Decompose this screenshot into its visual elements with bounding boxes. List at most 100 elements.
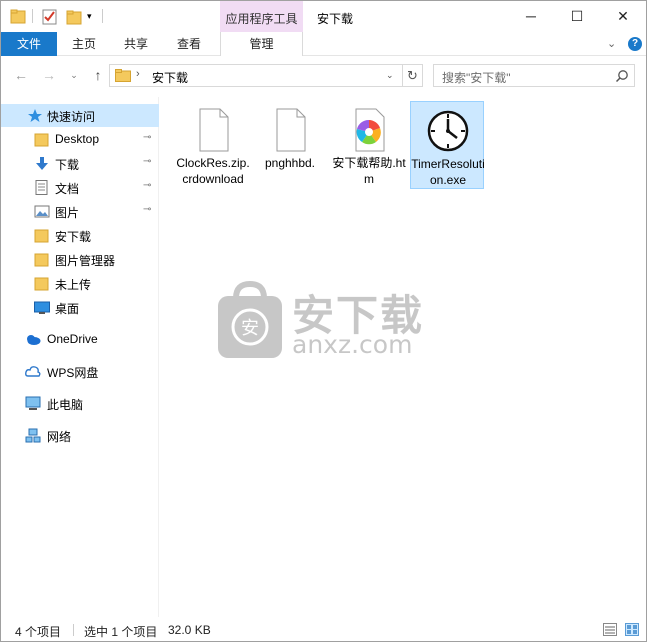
details-view-icon[interactable] — [603, 623, 617, 636]
folder-icon — [34, 253, 49, 267]
sidebar-item-label: 图片 — [55, 206, 80, 220]
pin-icon[interactable]: ⊸ — [143, 204, 151, 215]
search-placeholder: 搜索"安下载" — [442, 71, 511, 85]
context-tab-group-label: 应用程序工具 — [225, 12, 298, 26]
sidebar-item-label: Desktop — [55, 132, 100, 146]
blank-file-icon — [199, 108, 229, 152]
folder-icon[interactable] — [9, 7, 27, 27]
large-icons-view-icon[interactable] — [625, 623, 639, 636]
search-input[interactable]: 搜索"安下载" — [433, 64, 635, 87]
status-divider — [73, 624, 74, 636]
sidebar-item-anxz[interactable]: 安下载 — [1, 224, 159, 247]
svg-text:安: 安 — [241, 318, 259, 339]
folder-icon — [115, 69, 131, 82]
clock-exe-icon — [427, 110, 469, 152]
ribbon-tabs: 文件 主页 共享 查看 管理 ⌄ ? — [1, 32, 646, 56]
breadcrumb-separator-icon[interactable]: › — [136, 68, 140, 80]
sidebar-item-this-pc[interactable]: 此电脑 — [1, 392, 159, 415]
document-icon — [35, 180, 48, 195]
sidebar-item-label: OneDrive — [47, 332, 98, 346]
selection-count: 选中 1 个项目 — [84, 625, 158, 639]
up-button[interactable]: ↑ — [90, 67, 106, 83]
tab-manage[interactable]: 管理 — [220, 32, 303, 56]
watermark-text-en: anxz.com — [292, 330, 413, 359]
refresh-button[interactable]: ↻ — [402, 65, 422, 86]
folder-icon — [34, 133, 49, 147]
context-tab-group-header: 应用程序工具 — [220, 1, 303, 32]
sidebar-item-label: 快速访问 — [47, 110, 96, 124]
breadcrumb[interactable]: 安下载 — [152, 69, 188, 86]
blank-file-icon — [276, 108, 306, 152]
sidebar-item-wps-cloud[interactable]: WPS网盘 — [1, 360, 159, 383]
expand-ribbon-icon[interactable]: ⌄ — [607, 37, 616, 50]
sidebar-item-label: 安下载 — [55, 230, 92, 244]
wps-cloud-icon — [25, 366, 41, 377]
file-item[interactable]: ClockRes.zip.crdownload — [176, 101, 250, 189]
status-bar: 4 个项目 选中 1 个项目 32.0 KB — [1, 619, 646, 641]
title-bar: ▾ 应用程序工具 安下载 ─ ☐ ✕ — [1, 1, 646, 32]
customize-dropdown-icon[interactable]: ▾ — [87, 11, 97, 31]
sidebar-item-documents[interactable]: 文档 ⊸ — [1, 176, 159, 199]
sidebar-item-image-manager[interactable]: 图片管理器 — [1, 248, 159, 271]
sidebar-item-label: 未上传 — [55, 278, 92, 292]
watermark-logo-icon: 安 — [218, 280, 282, 358]
file-item[interactable]: pnghhbd. — [253, 101, 327, 189]
close-button[interactable]: ✕ — [600, 1, 646, 32]
watermark: 安 安下载 anxz.com — [216, 280, 441, 360]
chevron-down-icon[interactable]: ⌄ — [386, 70, 394, 81]
sidebar-item-not-uploaded[interactable]: 未上传 — [1, 272, 159, 295]
window-title: 安下载 — [317, 12, 354, 26]
network-icon — [25, 428, 41, 443]
desktop-icon — [34, 301, 50, 314]
sidebar-item-label: 此电脑 — [47, 398, 84, 412]
navigation-pane: 快速访问 Desktop ⊸ 下载 ⊸ 文档 ⊸ 图片 ⊸ 安下载 图片管理器 … — [1, 97, 159, 617]
file-name: pnghhbd. — [264, 156, 316, 170]
file-name: ClockRes.zip.crdownload — [176, 156, 250, 186]
pin-icon[interactable]: ⊸ — [143, 180, 151, 191]
new-folder-icon[interactable] — [65, 7, 83, 27]
tab-file[interactable]: 文件 — [1, 32, 57, 56]
sidebar-item-label: 图片管理器 — [55, 254, 116, 268]
tab-home[interactable]: 主页 — [59, 32, 109, 56]
recent-locations-icon[interactable]: ⌄ — [66, 70, 82, 81]
sidebar-item-network[interactable]: 网络 — [1, 424, 159, 447]
sidebar-item-label: 网络 — [47, 430, 72, 444]
tab-share[interactable]: 共享 — [111, 32, 161, 56]
sidebar-item-label: 下载 — [55, 158, 80, 172]
computer-icon — [25, 396, 41, 410]
file-item[interactable]: 安下载帮助.htm — [332, 101, 406, 189]
sidebar-item-quick-access[interactable]: 快速访问 — [1, 104, 159, 127]
explorer-window: ▾ 应用程序工具 安下载 ─ ☐ ✕ 文件 主页 共享 查看 管理 ⌄ ? ← … — [0, 0, 647, 642]
folder-icon — [34, 277, 49, 291]
pin-icon[interactable]: ⊸ — [143, 156, 151, 167]
pictures-icon — [34, 205, 50, 218]
browser-htm-icon — [355, 108, 385, 152]
toolbar-divider — [102, 9, 103, 23]
download-arrow-icon — [36, 157, 48, 170]
sidebar-item-pictures[interactable]: 图片 ⊸ — [1, 200, 159, 223]
sidebar-item-label: 文档 — [55, 182, 80, 196]
pin-icon[interactable]: ⊸ — [143, 132, 151, 143]
file-name: TimerResolution.exe — [411, 157, 485, 187]
navigation-bar: ← → ⌄ ↑ › 安下载 ⌄ ↻ 搜索"安下载" — [1, 57, 646, 94]
file-item[interactable]: TimerResolution.exe — [410, 101, 485, 189]
maximize-button[interactable]: ☐ — [554, 1, 600, 32]
sidebar-item-onedrive[interactable]: OneDrive — [1, 328, 159, 351]
back-button[interactable]: ← — [13, 67, 29, 83]
star-icon — [28, 109, 42, 122]
properties-check-icon[interactable] — [41, 7, 59, 27]
item-count: 4 个项目 — [15, 625, 62, 639]
sidebar-item-desktop[interactable]: Desktop ⊸ — [1, 128, 159, 151]
forward-button[interactable]: → — [41, 67, 57, 83]
sidebar-item-downloads[interactable]: 下载 ⊸ — [1, 152, 159, 175]
file-name: 安下载帮助.htm — [332, 156, 406, 186]
selection-size: 32.0 KB — [168, 623, 211, 637]
sidebar-item-label: 桌面 — [55, 302, 80, 316]
address-bar[interactable]: › 安下载 ⌄ ↻ — [109, 64, 423, 87]
search-icon[interactable] — [615, 69, 629, 83]
sidebar-item-desktop-cn[interactable]: 桌面 — [1, 296, 159, 319]
toolbar-divider — [32, 9, 33, 23]
help-icon[interactable]: ? — [628, 37, 642, 51]
tab-view[interactable]: 查看 — [164, 32, 214, 56]
minimize-button[interactable]: ─ — [508, 1, 554, 32]
